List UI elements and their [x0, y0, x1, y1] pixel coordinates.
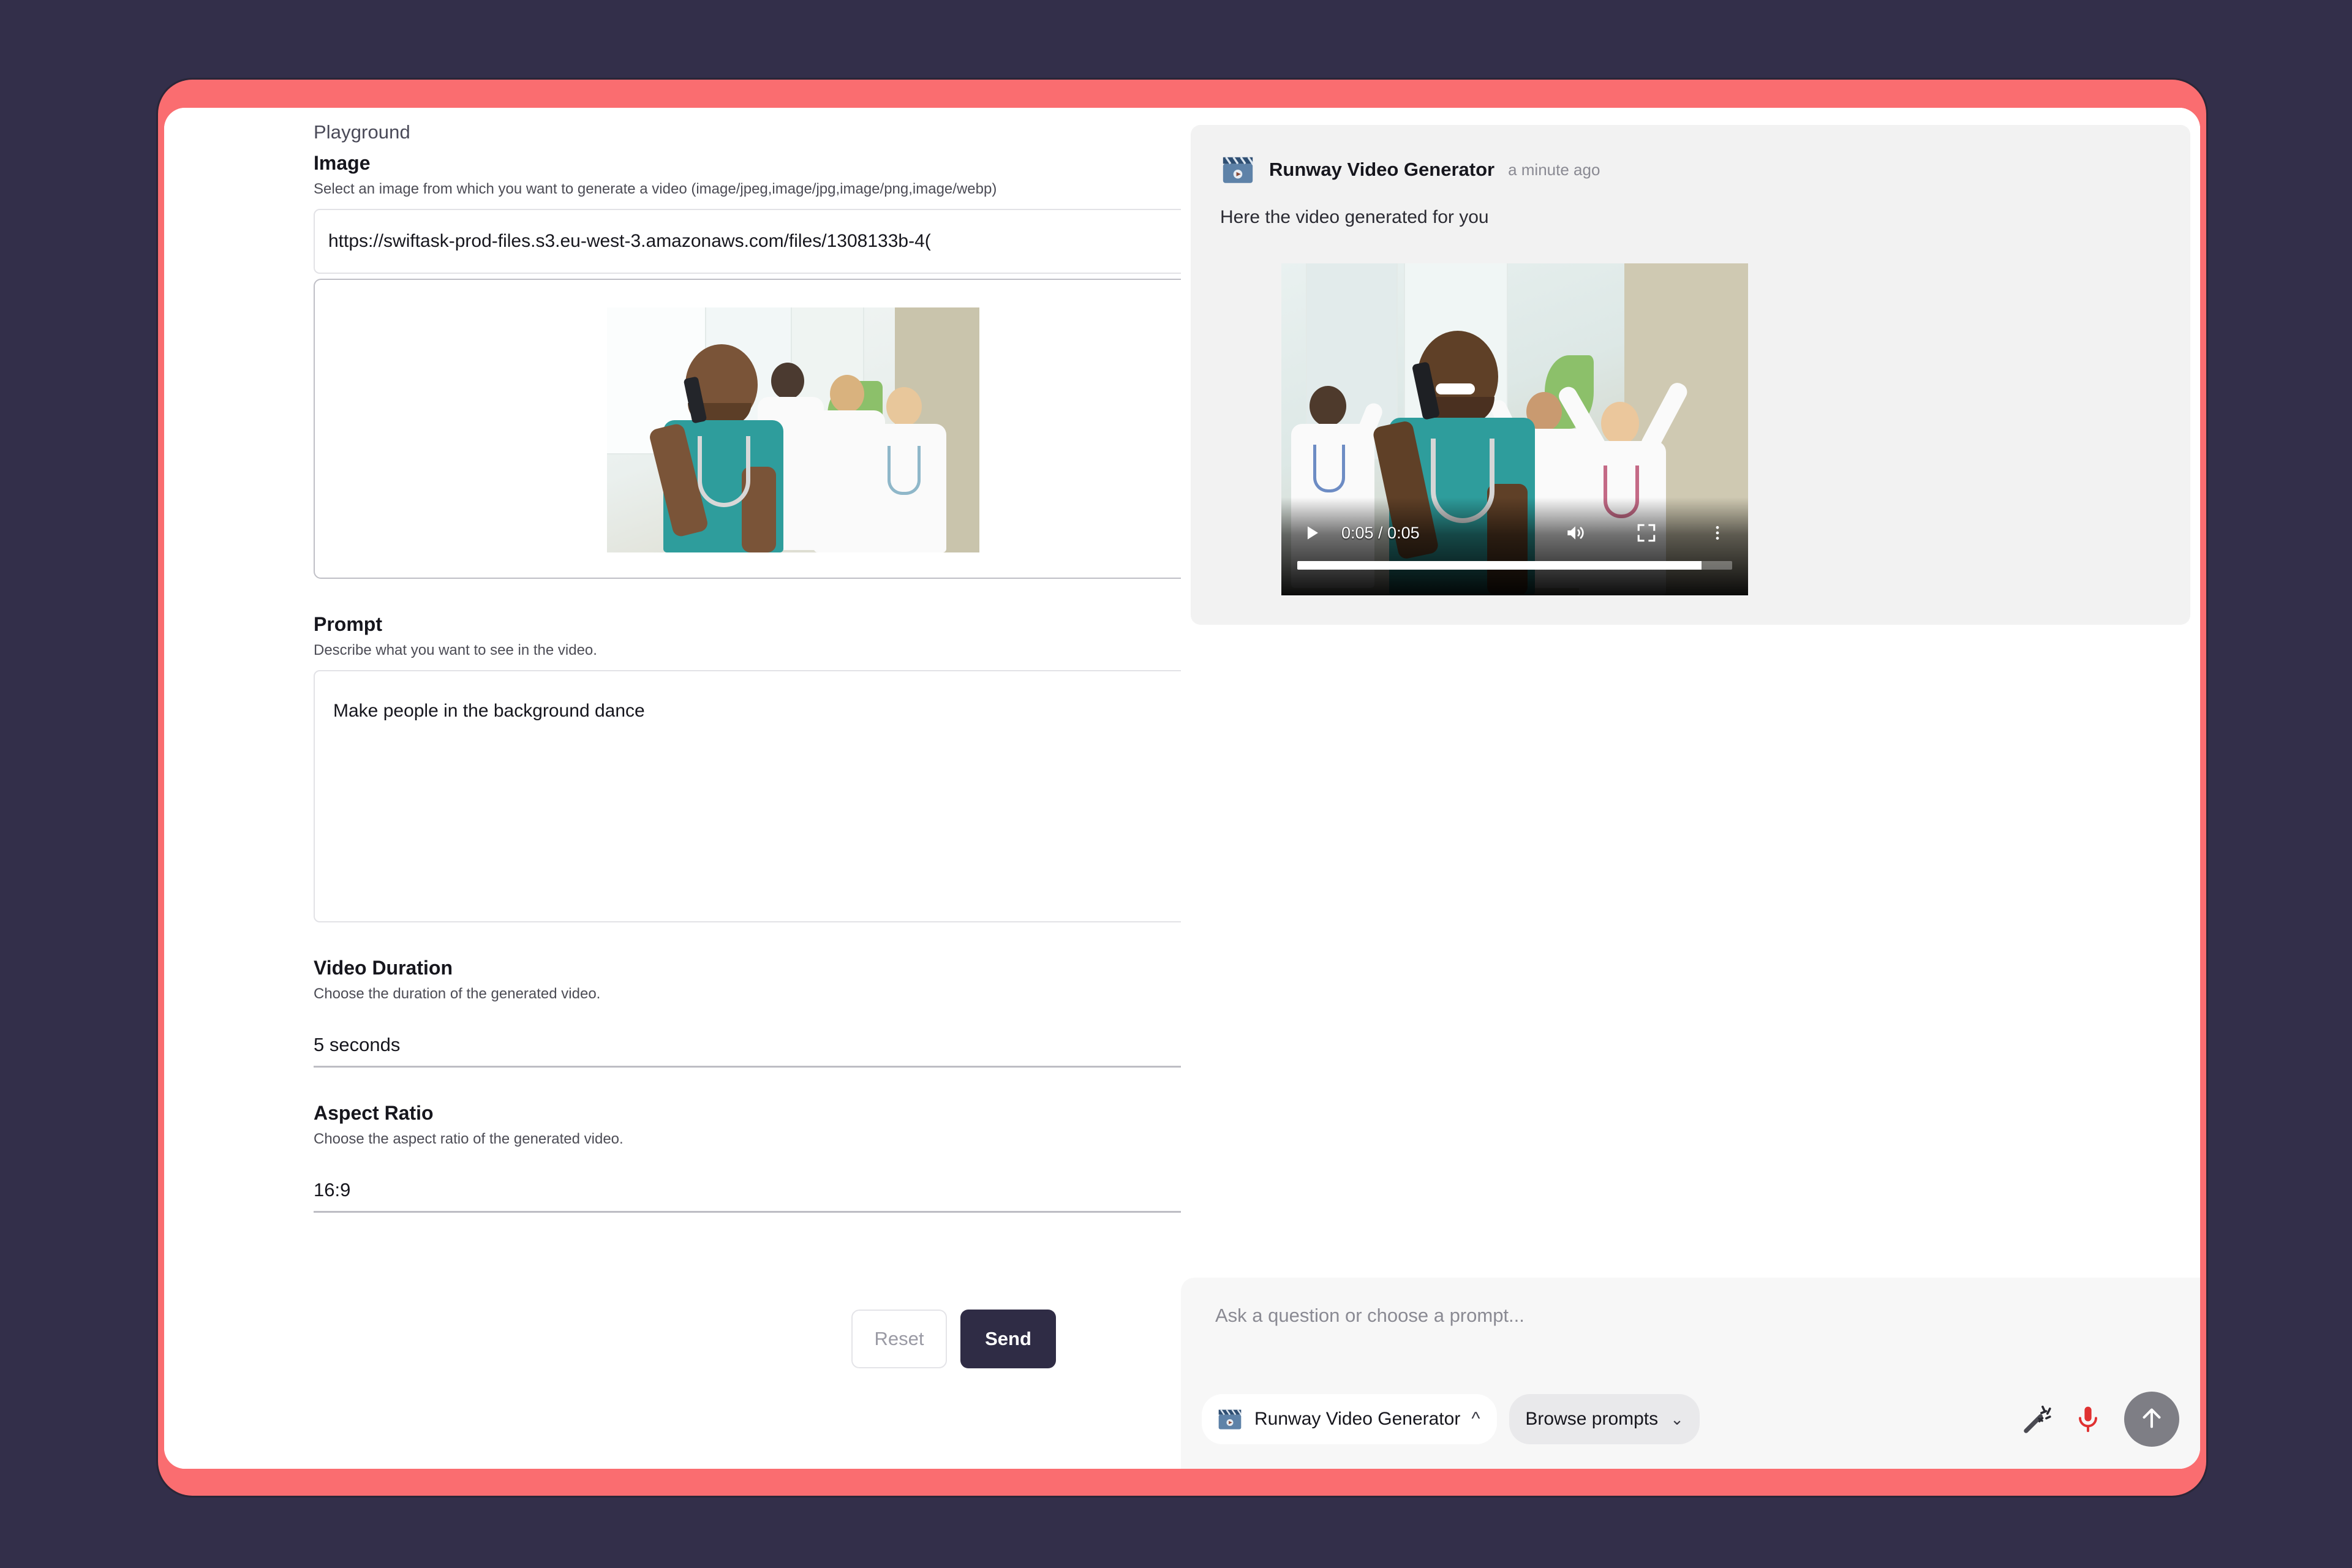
- prompt-field-help: Describe what you want to see in the vid…: [314, 642, 1181, 659]
- aspect-ratio-help: Choose the aspect ratio of the generated…: [314, 1131, 1181, 1148]
- browse-prompts-chip[interactable]: Browse prompts ⌄: [1509, 1394, 1700, 1444]
- form-actions: Reset Send: [164, 1310, 1181, 1368]
- image-url-input[interactable]: https://swiftask-prod-files.s3.eu-west-3…: [328, 231, 1179, 252]
- prompt-textarea[interactable]: Make people in the background dance: [314, 670, 1291, 922]
- video-duration-value: 5 seconds: [314, 1034, 400, 1056]
- chat-bot-name: Runway Video Generator: [1269, 159, 1494, 181]
- image-preview-thumbnail: [607, 307, 979, 552]
- play-icon[interactable]: [1298, 519, 1325, 546]
- prompt-field-label: Prompt: [314, 613, 1181, 636]
- browse-prompts-label: Browse prompts: [1525, 1409, 1658, 1430]
- chat-panel: Runway Video Generator a minute ago Here…: [1181, 108, 2200, 1469]
- image-field-help: Select an image from which you want to g…: [314, 181, 1181, 198]
- video-time-display: 0:05 / 0:05: [1341, 524, 1420, 543]
- chevron-up-icon: ^: [1471, 1410, 1480, 1428]
- send-button[interactable]: Send: [960, 1310, 1056, 1368]
- video-duration-select[interactable]: 5 seconds: [314, 1023, 1291, 1068]
- video-player[interactable]: 0:05 / 0:05: [1281, 263, 1748, 595]
- chat-timestamp: a minute ago: [1508, 160, 1600, 179]
- video-duration-label: Video Duration: [314, 957, 1181, 979]
- prompt-field-group: Prompt Describe what you want to see in …: [314, 613, 1181, 922]
- microphone-icon[interactable]: [2069, 1400, 2107, 1438]
- image-field-group: Image Select an image from which you wan…: [314, 152, 1181, 579]
- reset-button[interactable]: Reset: [851, 1310, 947, 1368]
- aspect-ratio-value: 16:9: [314, 1179, 350, 1201]
- composer-toolbar: Runway Video Generator ^ Browse prompts …: [1181, 1392, 2200, 1447]
- chat-message: Runway Video Generator a minute ago Here…: [1191, 125, 2190, 625]
- image-help-text: Select an image from which you want to g…: [314, 181, 687, 197]
- clapperboard-icon: [1216, 1406, 1243, 1433]
- video-progress-bar[interactable]: [1297, 561, 1732, 570]
- app-window: Playground Image Select an image from wh…: [164, 108, 2200, 1469]
- agent-selector-chip[interactable]: Runway Video Generator ^: [1202, 1394, 1497, 1444]
- more-vertical-icon[interactable]: [1704, 519, 1731, 546]
- image-field-label: Image: [314, 152, 1181, 175]
- image-mime-types: (image/jpeg,image/jpg,image/png,image/we…: [691, 181, 997, 197]
- video-controls: 0:05 / 0:05: [1281, 497, 1748, 595]
- image-url-input-row[interactable]: https://swiftask-prod-files.s3.eu-west-3…: [314, 209, 1291, 274]
- volume-icon[interactable]: [1562, 519, 1589, 546]
- aspect-ratio-field-group: Aspect Ratio Choose the aspect ratio of …: [314, 1102, 1181, 1213]
- chat-message-header: Runway Video Generator a minute ago: [1220, 152, 2161, 187]
- agent-chip-label: Runway Video Generator: [1254, 1409, 1460, 1430]
- send-message-button[interactable]: [2124, 1392, 2179, 1447]
- fullscreen-icon[interactable]: [1633, 519, 1660, 546]
- image-preview-box: [314, 279, 1291, 579]
- chat-message-text: Here the video generated for you: [1220, 207, 2161, 228]
- video-duration-help: Choose the duration of the generated vid…: [314, 986, 1181, 1003]
- chat-input[interactable]: Ask a question or choose a prompt...: [1181, 1305, 2200, 1327]
- clapperboard-icon: [1220, 152, 1256, 187]
- aspect-ratio-label: Aspect Ratio: [314, 1102, 1181, 1125]
- aspect-ratio-select[interactable]: 16:9: [314, 1169, 1291, 1213]
- video-duration-field-group: Video Duration Choose the duration of th…: [314, 957, 1181, 1068]
- video-progress-fill: [1297, 561, 1702, 570]
- arrow-up-icon: [2138, 1404, 2166, 1435]
- magic-wand-icon[interactable]: [2019, 1400, 2057, 1438]
- chat-composer: Ask a question or choose a prompt... Run…: [1181, 1278, 2200, 1469]
- playground-title: Playground: [314, 121, 1181, 143]
- playground-form-panel: Playground Image Select an image from wh…: [164, 108, 1181, 1469]
- chevron-down-icon: ⌄: [1670, 1411, 1684, 1427]
- chat-message-list: Runway Video Generator a minute ago Here…: [1181, 108, 2200, 1278]
